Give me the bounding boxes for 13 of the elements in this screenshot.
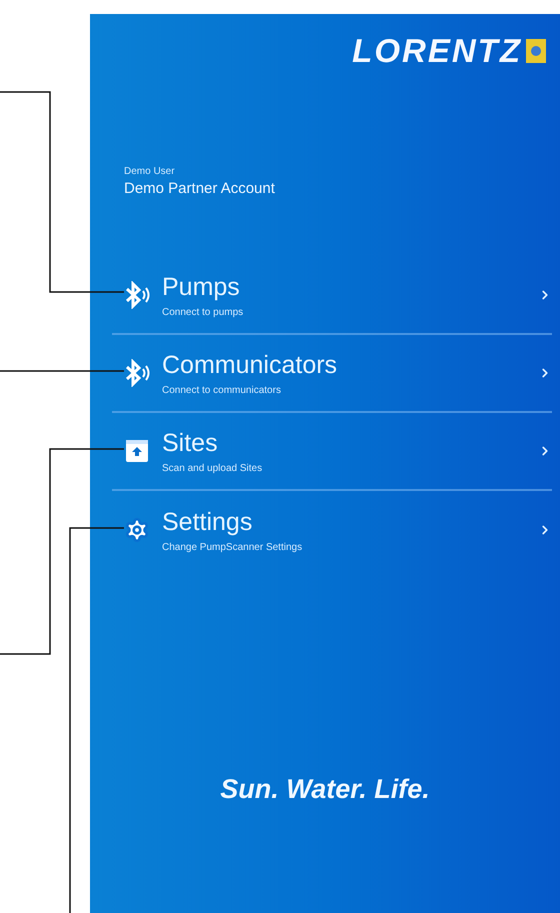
bluetooth-icon — [124, 281, 150, 309]
settings-icon — [124, 517, 150, 543]
menu-item[interactable]: Communicators Connect to communicators — [112, 335, 552, 413]
upload-icon — [125, 439, 149, 463]
menu-item[interactable]: Sites Scan and upload Sites — [112, 413, 552, 491]
menu-item[interactable]: Settings Change PumpScanner Settings — [112, 491, 552, 569]
logo: LORENTZ — [352, 32, 522, 70]
user-name: Demo User — [124, 166, 176, 177]
account-name: Demo Partner Account — [124, 180, 276, 197]
tagline: Sun. Water. Life. — [220, 774, 430, 806]
sun-icon — [526, 39, 546, 63]
menu-item[interactable]: Pumps Connect to pumps — [112, 257, 552, 335]
bluetooth-icon — [124, 359, 150, 387]
